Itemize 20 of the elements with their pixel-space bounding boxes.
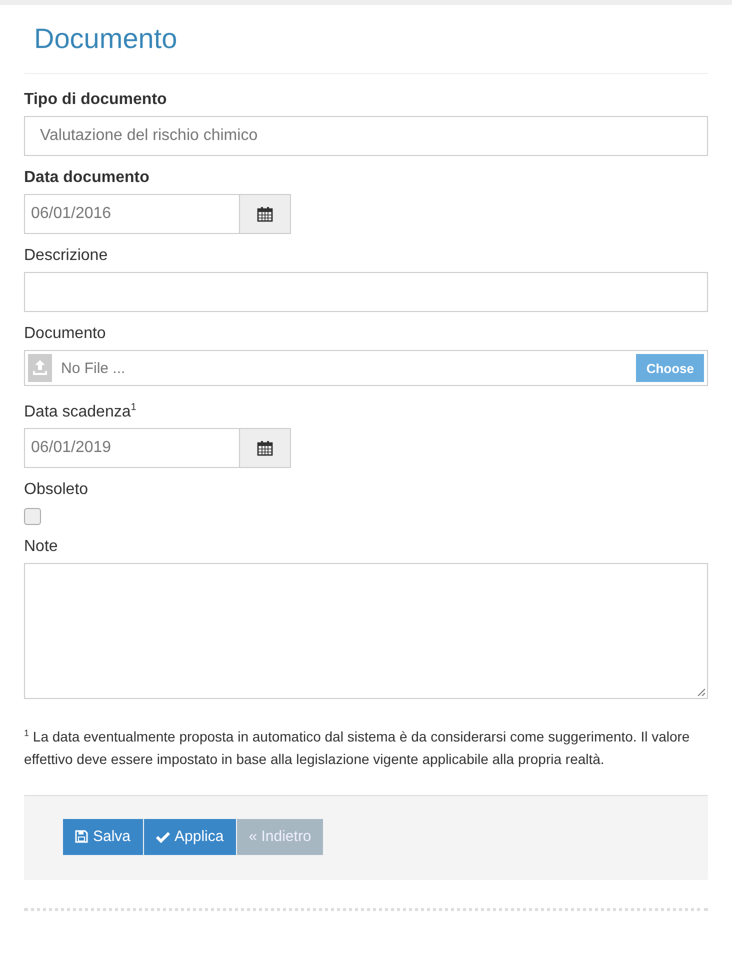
choose-button[interactable]: Choose <box>636 354 704 382</box>
footnote: $^{1}$ La data eventualmente proposta in automatico dal sistema è da considerarsi come suggerimento. Il valore effettivo deve essere impostato in base alla legislazione vigente applicabile alla propria realtà. <box>24 727 691 769</box>
apply-button[interactable]: Applica <box>144 818 236 855</box>
resize-grip-icon <box>697 688 705 696</box>
text-field[interactable]: Valutazione del rischio chimico <box>24 116 708 156</box>
field-label: Data documento <box>24 168 150 188</box>
field-label: Note <box>24 537 59 558</box>
field-label: Data scadenza$^{1}$ <box>24 401 138 422</box>
field-label: Obsoleto <box>24 480 90 500</box>
check-icon <box>156 830 170 843</box>
save-icon <box>75 830 88 844</box>
field-label: Tipo di documento <box>24 90 168 110</box>
checkbox[interactable] <box>24 508 41 526</box>
file-field[interactable]: No File ... Choose <box>24 350 708 386</box>
page-title: Documento <box>33 22 178 56</box>
field-label: Descrizione <box>24 246 109 266</box>
field-label: Documento <box>24 324 107 344</box>
save-button[interactable]: Salva <box>63 818 143 855</box>
upload-icon <box>28 354 52 382</box>
text-field[interactable] <box>24 272 708 312</box>
